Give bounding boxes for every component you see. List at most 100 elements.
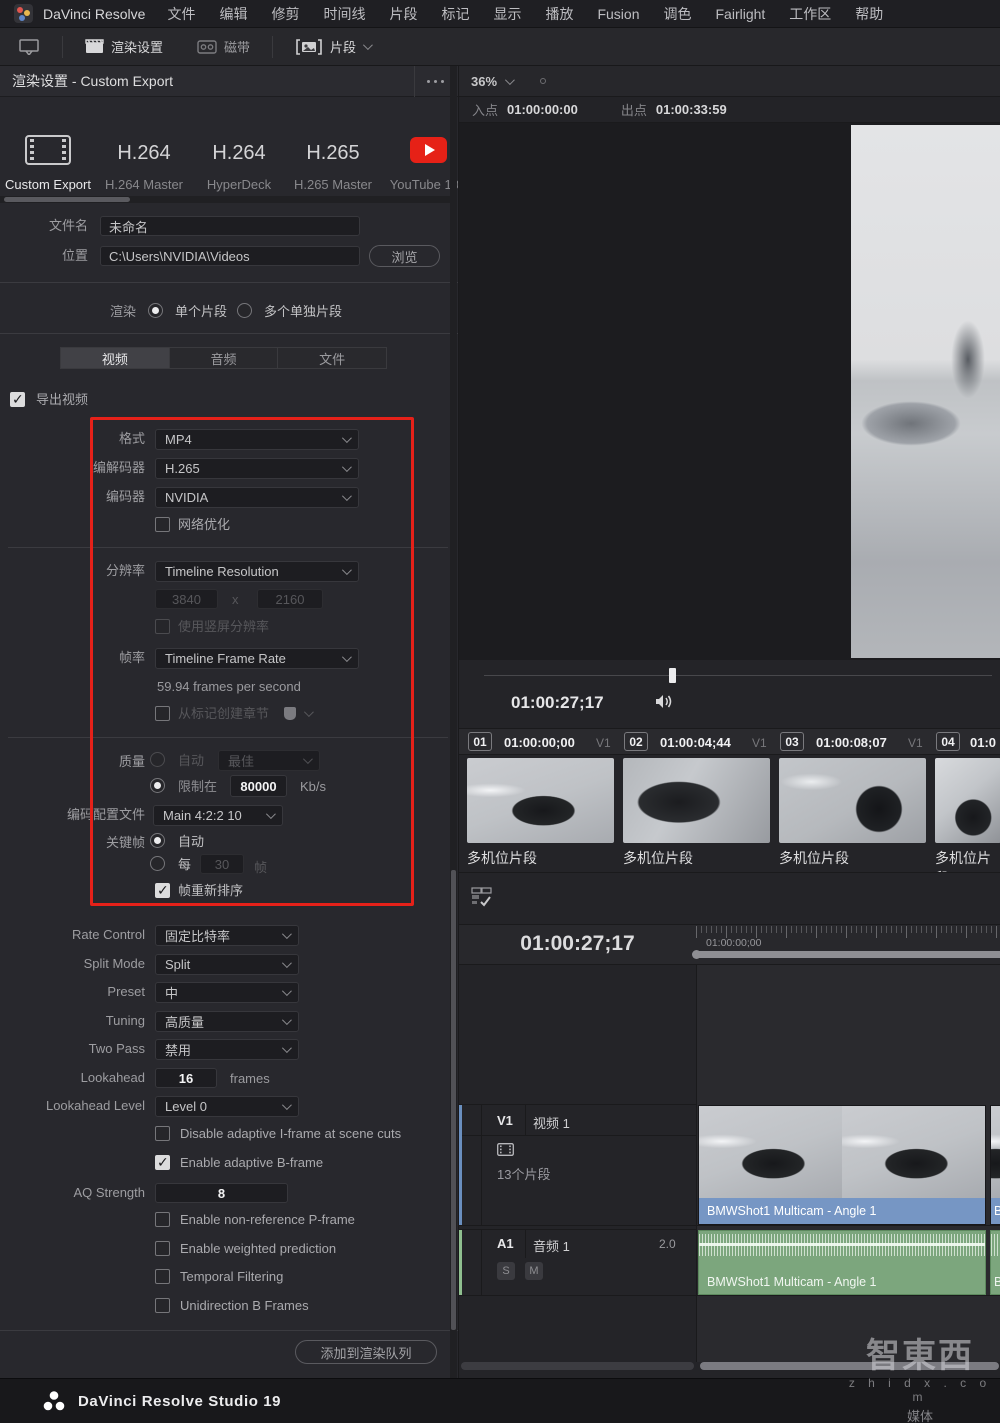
menu-item-clip[interactable]: 片段 <box>389 4 417 24</box>
divider <box>459 1225 1000 1226</box>
chevron-down-icon <box>282 1100 292 1110</box>
enable-nonref-pframe-checkbox[interactable] <box>155 1212 170 1227</box>
clip-thumbnail[interactable] <box>623 758 770 843</box>
preset-hyperdeck[interactable]: H.264 HyperDeck <box>191 106 287 192</box>
menu-item-timeline[interactable]: 时间线 <box>323 4 365 24</box>
audio-track-color-strip <box>459 1230 462 1295</box>
clip-timecode: 01:00:04;44 <box>660 735 731 750</box>
solo-button[interactable]: S <box>497 1262 515 1280</box>
application-window: DaVinci Resolve 文件 编辑 修剪 时间线 片段 标记 显示 播放… <box>0 0 1000 1423</box>
preset-h264-master[interactable]: H.264 H.264 Master <box>96 106 192 192</box>
divider <box>696 965 697 1362</box>
two-pass-dropdown[interactable]: 禁用 <box>155 1039 299 1060</box>
render-single-radio[interactable] <box>148 303 163 318</box>
scrubber-playhead[interactable] <box>669 668 676 683</box>
menu-item-edit[interactable]: 编辑 <box>219 4 247 24</box>
menu-item-fairlight[interactable]: Fairlight <box>716 6 766 22</box>
timeline-toolbar <box>459 872 1000 924</box>
video-clip-label: BMWShot1 Multicam - Angle 1 <box>699 1198 985 1224</box>
preset-youtube[interactable]: YouTube 108 <box>380 106 458 192</box>
clip-number-badge[interactable]: 02 <box>624 732 648 751</box>
out-point-label: 出点 <box>621 100 647 119</box>
viewer-option-icon[interactable] <box>540 78 546 84</box>
timeline-zoom-bar[interactable] <box>699 951 1000 958</box>
preset-h265-master[interactable]: H.265 H.265 Master <box>285 106 381 192</box>
scrubber-track[interactable] <box>484 675 992 676</box>
app-version-label: DaVinci Resolve Studio 19 <box>78 1393 281 1410</box>
watermark-logo-text: 智東西 <box>840 1336 1000 1376</box>
enable-adaptive-bframe-checkbox[interactable] <box>155 1155 170 1170</box>
filename-input[interactable]: 未命名 <box>100 216 360 236</box>
clip-number-badge[interactable]: 04 <box>936 732 960 751</box>
speaker-icon[interactable] <box>654 693 674 710</box>
clip-thumbnail[interactable] <box>779 758 926 843</box>
mute-button[interactable]: M <box>525 1262 543 1280</box>
trackhead-scrollbar[interactable] <box>461 1362 694 1370</box>
add-to-render-queue-button[interactable]: 添加到渲染队列 <box>295 1340 437 1364</box>
clip-number-badge[interactable]: 03 <box>780 732 804 751</box>
menu-item-color[interactable]: 调色 <box>664 4 692 24</box>
tab-audio[interactable]: 音频 <box>170 348 279 368</box>
export-video-checkbox[interactable] <box>10 392 25 407</box>
tuning-dropdown[interactable]: 高质量 <box>155 1011 299 1032</box>
inout-bar: 入点 01:00:00:00 出点 01:00:33:59 <box>459 97 1000 123</box>
menu-item-help[interactable]: 帮助 <box>855 4 883 24</box>
lookahead-input[interactable]: 16 <box>155 1068 217 1088</box>
clip-number-badge[interactable]: 01 <box>468 732 492 751</box>
menu-item-view[interactable]: 显示 <box>493 4 521 24</box>
preset-scrollbar[interactable] <box>0 196 450 203</box>
zoom-level-dropdown[interactable]: 36% <box>471 74 497 89</box>
divider <box>459 1295 1000 1296</box>
timeline-audio-clip[interactable]: BMWShot1 Multicam - Angle 1 <box>698 1230 986 1295</box>
preset-dropdown[interactable]: 中 <box>155 982 299 1003</box>
video-clip-thumbnails <box>699 1106 985 1199</box>
clip-inout-button[interactable]: 片段 <box>285 37 380 56</box>
unidirection-bframes-label: Unidirection B Frames <box>180 1298 309 1314</box>
divider <box>481 1230 482 1295</box>
cinema-viewer-icon[interactable] <box>8 39 50 55</box>
timeline-timecode: 01:00:27;17 <box>459 932 696 956</box>
clip-thumbnail[interactable] <box>935 758 1000 843</box>
rate-control-dropdown[interactable]: 固定比特率 <box>155 925 299 946</box>
timeline-audio-clip[interactable]: B <box>990 1230 1000 1295</box>
tab-file[interactable]: 文件 <box>278 348 386 368</box>
enable-weighted-prediction-checkbox[interactable] <box>155 1241 170 1256</box>
timeline-video-clip[interactable]: BMWShot1 Multicam - Angle 1 <box>698 1105 986 1225</box>
menu-item-playback[interactable]: 播放 <box>545 4 573 24</box>
ruler-start-label: 01:00:00;00 <box>706 937 761 949</box>
clip-thumbnail[interactable] <box>467 758 614 843</box>
render-multiple-radio[interactable] <box>237 303 252 318</box>
lookahead-level-dropdown[interactable]: Level 0 <box>155 1096 299 1117</box>
divider <box>0 333 458 334</box>
timeline-options-icon[interactable] <box>471 887 501 909</box>
video-clip-thumbnails <box>991 1106 1000 1199</box>
unidirection-bframes-checkbox[interactable] <box>155 1298 170 1313</box>
split-mode-dropdown[interactable]: Split <box>155 954 299 975</box>
video-viewer[interactable] <box>459 123 1000 660</box>
menu-item-fusion[interactable]: Fusion <box>597 6 639 22</box>
divider <box>462 1135 696 1136</box>
disable-adaptive-iframe-checkbox[interactable] <box>155 1126 170 1141</box>
video-track-id[interactable]: V1 <box>497 1113 513 1128</box>
preset-custom-export[interactable]: Custom Export <box>0 106 96 192</box>
video-track-name[interactable]: 视频 1 <box>533 1113 570 1132</box>
temporal-filtering-checkbox[interactable] <box>155 1269 170 1284</box>
timeline-ruler[interactable]: 01:00:27;17 01:00:00;00 <box>459 924 1000 965</box>
panel-scrollbar[interactable] <box>450 66 457 1378</box>
menu-item-file[interactable]: 文件 <box>167 4 195 24</box>
menu-item-mark[interactable]: 标记 <box>441 4 469 24</box>
render-settings-button[interactable]: 渲染设置 <box>75 37 173 56</box>
location-input[interactable]: C:\Users\NVIDIA\Videos <box>100 246 360 266</box>
browse-button[interactable]: 浏览 <box>369 245 440 267</box>
aq-strength-input[interactable]: 8 <box>155 1183 288 1203</box>
menu-item-workspace[interactable]: 工作区 <box>789 4 831 24</box>
temporal-filtering-label: Temporal Filtering <box>180 1269 283 1285</box>
tape-button[interactable]: 磁带 <box>187 37 260 56</box>
viewer-timecode: 01:00:27;17 <box>511 693 604 713</box>
audio-track-name[interactable]: 音频 1 <box>533 1236 570 1255</box>
app-logo-icon[interactable] <box>14 4 33 23</box>
timeline-video-clip[interactable]: B <box>990 1105 1000 1225</box>
menu-item-trim[interactable]: 修剪 <box>271 4 299 24</box>
tab-video[interactable]: 视频 <box>61 348 170 368</box>
audio-track-id[interactable]: A1 <box>497 1236 514 1251</box>
